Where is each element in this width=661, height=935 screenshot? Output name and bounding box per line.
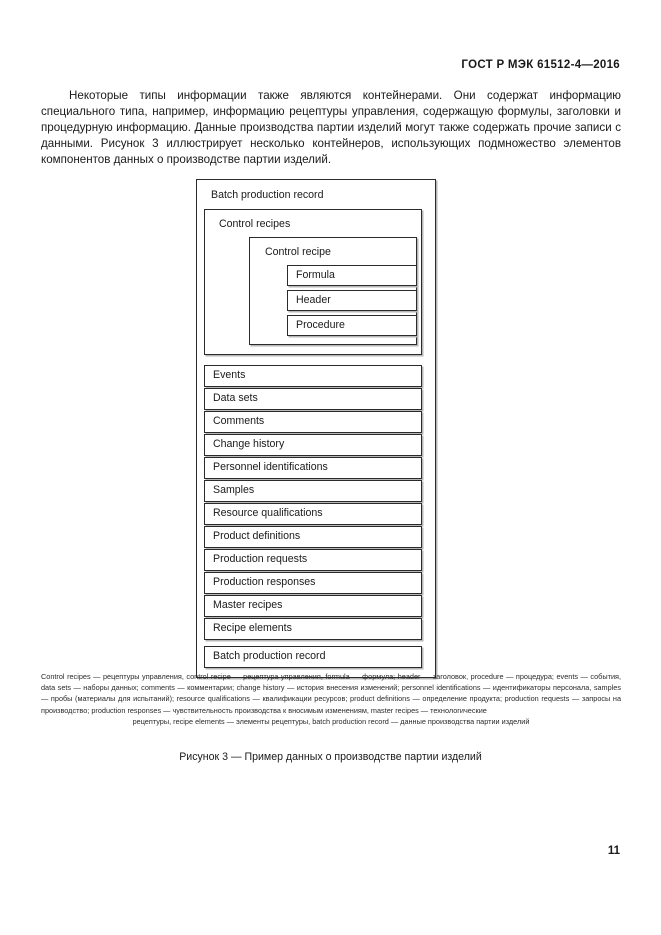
row-recipe-elements: Recipe elements xyxy=(204,617,422,640)
row-label: Resource qualifications xyxy=(213,507,323,520)
row-label: Comments xyxy=(213,415,265,428)
control-recipes-title: Control recipes xyxy=(219,217,291,230)
row-master-recipes: Master recipes xyxy=(204,594,422,617)
row-label: Batch production record xyxy=(213,650,326,663)
row-label: Production responses xyxy=(213,576,316,589)
glossary-note: Control recipes — рецептуры управления, … xyxy=(41,671,621,727)
row-personnel-identifications: Personnel identifications xyxy=(204,456,422,479)
document-page: ГОСТ Р МЭК 61512-4—2016 Некоторые типы и… xyxy=(0,0,661,935)
row-events: Events xyxy=(204,364,422,387)
batch-production-record-container: Batch production record Control recipes … xyxy=(196,179,436,678)
row-label: Product definitions xyxy=(213,530,301,543)
row-production-responses: Production responses xyxy=(204,571,422,594)
row-samples: Samples xyxy=(204,479,422,502)
row-label: Events xyxy=(213,369,246,382)
row-label: Samples xyxy=(213,484,255,497)
header-box: Header xyxy=(287,289,417,311)
body-paragraph: Некоторые типы информации также являются… xyxy=(41,89,621,167)
running-head: ГОСТ Р МЭК 61512-4—2016 xyxy=(461,59,620,71)
batch-production-record-title: Batch production record xyxy=(211,189,324,201)
glossary-text: Control recipes — рецептуры управления, … xyxy=(41,672,621,715)
row-comments: Comments xyxy=(204,410,422,433)
row-change-history: Change history xyxy=(204,433,422,456)
row-label: Personnel identifications xyxy=(213,461,328,474)
row-resource-qualifications: Resource qualifications xyxy=(204,502,422,525)
header-label: Header xyxy=(296,293,331,306)
page-number: 11 xyxy=(607,845,620,857)
row-label: Production requests xyxy=(213,553,308,566)
procedure-box: Procedure xyxy=(287,314,417,336)
figure-3: Batch production record Control recipes … xyxy=(196,179,436,678)
figure-caption: Рисунок 3 — Пример данных о производстве… xyxy=(179,751,482,763)
row-product-definitions: Product definitions xyxy=(204,525,422,548)
formula-label: Formula xyxy=(296,268,335,281)
glossary-last-line: рецептуры, recipe elements — элементы ре… xyxy=(132,716,530,726)
control-recipe-title: Control recipe xyxy=(265,246,331,259)
row-data-sets: Data sets xyxy=(204,387,422,410)
row-label: Data sets xyxy=(213,392,258,405)
row-batch-production-record: Batch production record xyxy=(204,645,422,668)
row-label: Change history xyxy=(213,438,285,451)
row-label: Master recipes xyxy=(213,599,283,612)
control-recipes-container: Control recipes Control recipe Formula H… xyxy=(204,208,422,355)
procedure-label: Procedure xyxy=(296,318,345,331)
row-label: Recipe elements xyxy=(213,622,292,635)
row-production-requests: Production requests xyxy=(204,548,422,571)
control-recipe-container: Control recipe Formula Header Procedure xyxy=(249,237,417,345)
formula-box: Formula xyxy=(287,264,417,286)
